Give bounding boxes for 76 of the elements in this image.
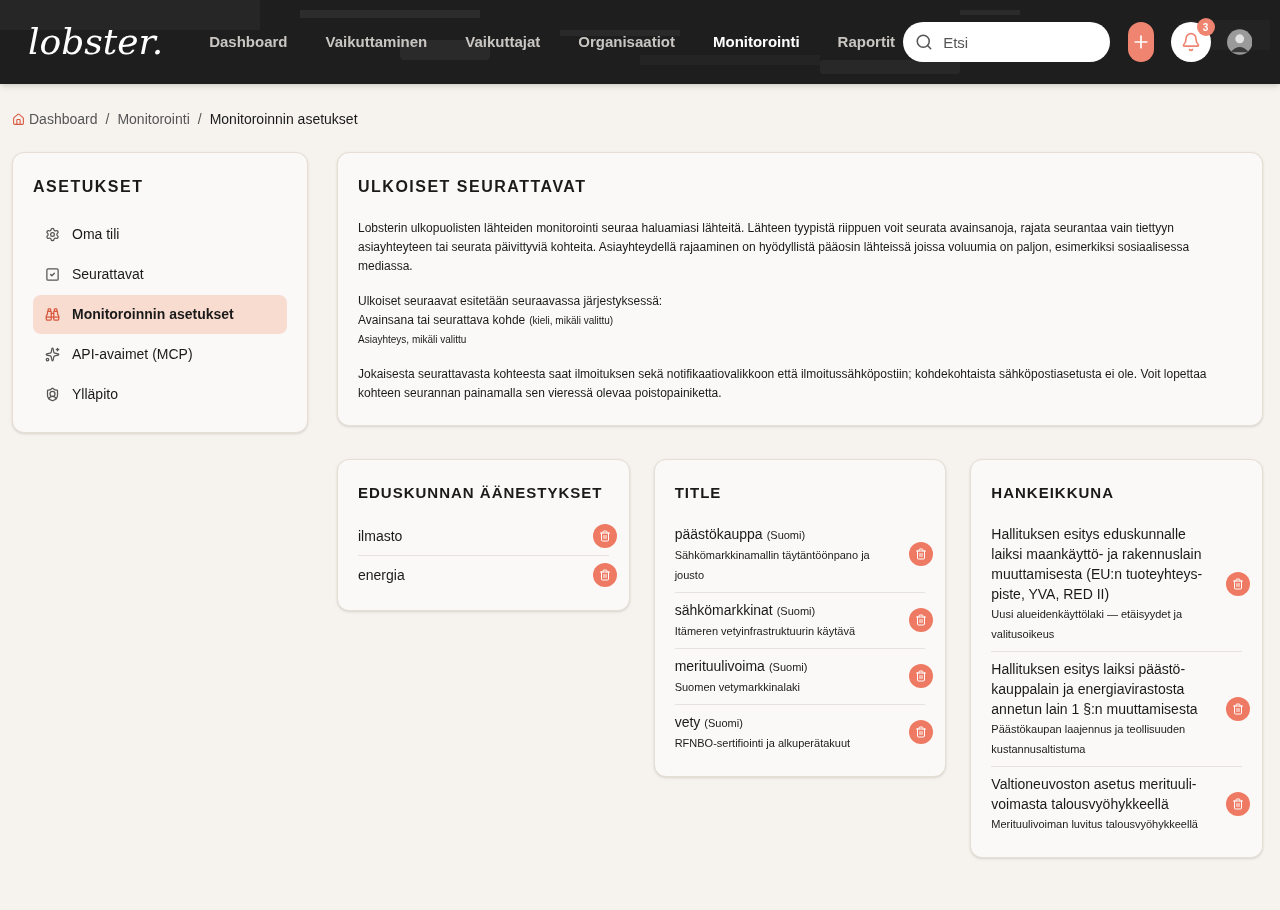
breadcrumb-separator: /: [197, 110, 202, 129]
followed-item-title: energia: [358, 566, 405, 583]
trash-icon: [915, 548, 928, 560]
followed-item-title: Hallituksen esitys eduskunnalle laiksi maankäyttö- ja rakennuslain muuttamisesta (EU:n tuoteyhteys-piste, YVA, RED II): [991, 525, 1203, 602]
delete-button[interactable]: [909, 608, 934, 632]
trash-icon: [915, 670, 928, 682]
delete-button[interactable]: [1226, 696, 1250, 721]
order-item: Avainsana tai seurattava kohde: [358, 312, 526, 329]
followed-item-context: Itämeren vetyinfrastruktuurin käytävä: [674, 623, 856, 639]
source-title: TITLE: [674, 483, 723, 503]
nav-link[interactable]: Vaikuttaminen: [317, 30, 436, 54]
followed-item-title: merituulivoima: [674, 657, 765, 674]
sidebar-item[interactable]: API-avaimet (MCP): [33, 335, 287, 374]
binoculars-icon: [45, 307, 60, 322]
delete-button[interactable]: [592, 523, 617, 548]
sidebar-item[interactable]: Oma tili: [33, 215, 287, 254]
bell-icon: [1180, 32, 1201, 52]
followed-item-title: ilmasto: [358, 527, 403, 544]
order-heading: Ulkoiset seuraavat esitetään seuraavassa järjestyksessä:: [358, 293, 664, 310]
trash-icon: [1232, 702, 1244, 715]
delete-button[interactable]: [909, 720, 934, 744]
order-item: Asiayhteys, mikäli valittu: [358, 333, 468, 347]
trash-icon: [1232, 797, 1244, 810]
sidebar-item[interactable]: Seurattavat: [33, 255, 287, 294]
add-button[interactable]: [1128, 22, 1154, 62]
trash-icon: [915, 614, 928, 626]
source-title: EDUSKUNNAN ÄÄNESTYKSET: [358, 483, 604, 503]
delete-button[interactable]: [909, 542, 934, 566]
search-field[interactable]: Etsi: [903, 22, 1111, 62]
trash-icon: [598, 529, 611, 542]
sidebar-item[interactable]: Ylläpito: [33, 375, 287, 414]
breadcrumb-link[interactable]: Dashboard: [29, 109, 98, 130]
followed-item-context: Sähkömarkkinamallin täytäntöönpano ja jousto: [674, 547, 871, 583]
home-icon: [12, 113, 25, 126]
followed-item-title: sähkömarkkinat: [674, 601, 773, 618]
followed-item-context: Suomen vetymarkkinalaki: [674, 679, 801, 695]
breadcrumb-separator: /: [105, 110, 110, 129]
sparkles-icon: [45, 347, 60, 362]
delete-button[interactable]: [1226, 791, 1250, 816]
gear-icon: [45, 227, 60, 242]
sidebar-title: ASETUKSET: [33, 177, 145, 197]
sidebar-item[interactable]: Monitoroinnin asetukset: [33, 295, 287, 334]
followed-item-title: Valtioneuvoston asetus merituuli-voimasta talousvyöhykkeellä: [991, 775, 1197, 812]
shield-icon: [45, 387, 60, 402]
followed-item-context: Päästökaupan laajennus ja teollisuuden kustannusaltistuma: [991, 721, 1187, 757]
language-label: (Suomi): [768, 660, 808, 673]
search-icon: [915, 33, 934, 51]
nav-link[interactable]: Vaikuttajat: [457, 30, 549, 54]
delete-button[interactable]: [1226, 571, 1250, 596]
followed-item-title: Hallituksen esitys laiksi päästö-kauppalain ja energiavirastosta annetun lain 1 §:n muuttamisesta: [991, 660, 1198, 717]
trash-icon: [598, 568, 611, 581]
language-label: (Suomi): [704, 716, 743, 729]
followed-item-title: vety: [674, 713, 701, 730]
description-text: Jokaisesta seurattavasta kohteesta saat ilmoituksen sekä notifikaatiovalikkoon että ilmoitussähköpostiin; kohdekohtaista sähköpostiasetusta ei ole. Voit lopettaa kohteen seurannan painamalla sen vieressä olevaa poistopainiketta.: [358, 366, 1208, 402]
delete-button[interactable]: [909, 664, 934, 688]
nav-link[interactable]: Monitorointi: [704, 30, 808, 54]
nav-link[interactable]: Raportit: [829, 30, 904, 54]
section-title: ULKOISET SEURATTAVAT: [358, 177, 588, 197]
language-label: (Suomi): [776, 604, 816, 617]
trash-icon: [1232, 577, 1244, 590]
current-page-label: Monitoroinnin asetukset: [209, 110, 358, 129]
order-item-note: (kieli, mikäli valittu): [529, 314, 614, 328]
language-label: (Suomi): [766, 528, 806, 541]
trash-icon: [915, 726, 928, 738]
checkbox-icon: [45, 267, 60, 282]
nav-link[interactable]: Dashboard: [201, 30, 296, 54]
delete-button[interactable]: [592, 562, 617, 587]
breadcrumb-link[interactable]: Monitorointi: [117, 109, 190, 130]
followed-item-context: Merituulivoiman luvitus talousvyöhykkeellä: [991, 816, 1199, 832]
followed-item-title: päästökauppa: [674, 525, 763, 542]
nav-link[interactable]: Organisaatiot: [570, 30, 683, 54]
followed-item-context: Uusi alueidenkäyttölaki — etäisyydet ja valitusoikeus: [991, 606, 1184, 642]
followed-item-context: RFNBO-sertifiointi ja alkuperätakuut: [674, 735, 852, 751]
description-text: Lobsterin ulkopuolisten lähteiden monitorointi seuraa haluamiasi lähteitä. Lähteen tyypistä riippuen voit seurata avainsanoja, rajata seurantaa vain tiettyyn asiayhteyteen tai seurata päivittyviä kohteita. Asiayhteydellä rajaaminen on hyödyllistä pääosin lähteissä joissa voluumia on paljon, esimerkiksi sosiaalisessa mediassa.: [358, 220, 1191, 275]
logo[interactable]: lobster.: [28, 15, 164, 69]
source-title: HANKEIKKUNA: [991, 483, 1115, 503]
